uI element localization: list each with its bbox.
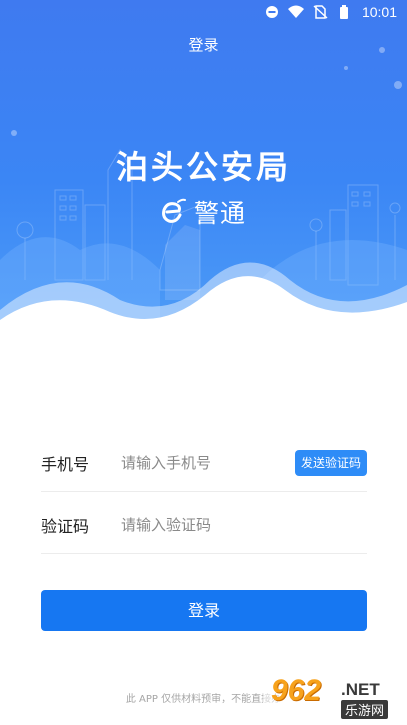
bureau-name: 泊头公安局 (115, 148, 291, 186)
login-form: 手机号 发送验证码 验证码 (41, 434, 367, 554)
watermark-domain: .NET (341, 680, 380, 699)
brand-name: 警通 (194, 199, 247, 228)
phone-label: 手机号 (41, 454, 90, 474)
do-not-disturb-icon (264, 5, 280, 19)
login-button[interactable]: 登录 (41, 590, 367, 631)
battery-icon (336, 5, 352, 19)
phone-row: 手机号 发送验证码 (41, 434, 367, 492)
code-label: 验证码 (41, 516, 90, 536)
send-code-button[interactable]: 发送验证码 (294, 450, 367, 476)
code-input[interactable] (121, 515, 291, 534)
site-watermark: 962 .NET 乐游网 (263, 672, 403, 722)
wifi-icon (287, 5, 304, 19)
watermark-number: 962 (271, 674, 322, 707)
phone-input[interactable] (121, 453, 291, 472)
page-title: 登录 (188, 36, 219, 54)
cloud-wave-divider (0, 262, 407, 340)
code-row: 验证码 (41, 496, 367, 554)
watermark-site-name: 乐游网 (341, 700, 389, 719)
no-sim-icon (312, 5, 328, 19)
status-time: 10:01 (361, 4, 397, 20)
brand: 警通 (158, 192, 246, 232)
status-bar: 10:01 (0, 0, 407, 24)
jingtong-logo-icon (158, 197, 188, 227)
